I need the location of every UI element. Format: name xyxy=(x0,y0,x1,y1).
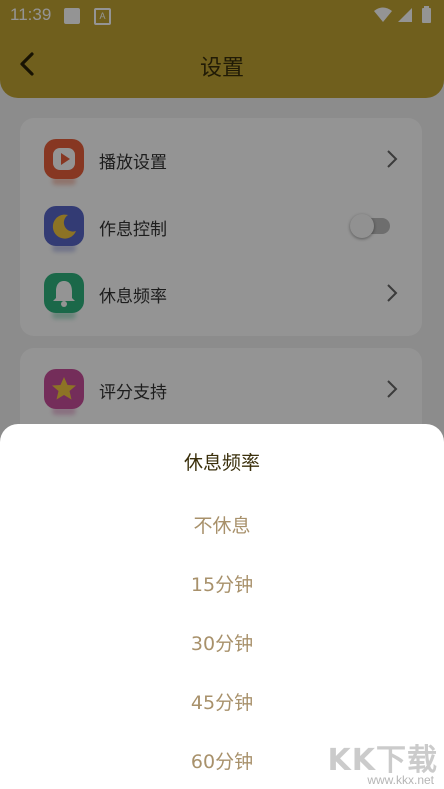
option-15-min[interactable]: 15分钟 xyxy=(0,570,444,597)
option-no-rest[interactable]: 不休息 xyxy=(0,511,444,538)
option-30-min[interactable]: 30分钟 xyxy=(0,629,444,656)
screen: 11:39 A 设置 播放设置 作息控制 休息频率 评分支持 休息频率 不休息 … xyxy=(0,0,444,789)
watermark: KK下载 www.kkx.net xyxy=(326,735,438,789)
option-45-min[interactable]: 45分钟 xyxy=(0,688,444,715)
sheet-title: 休息频率 xyxy=(183,452,260,474)
watermark-url: www.kkx.net xyxy=(367,773,434,787)
